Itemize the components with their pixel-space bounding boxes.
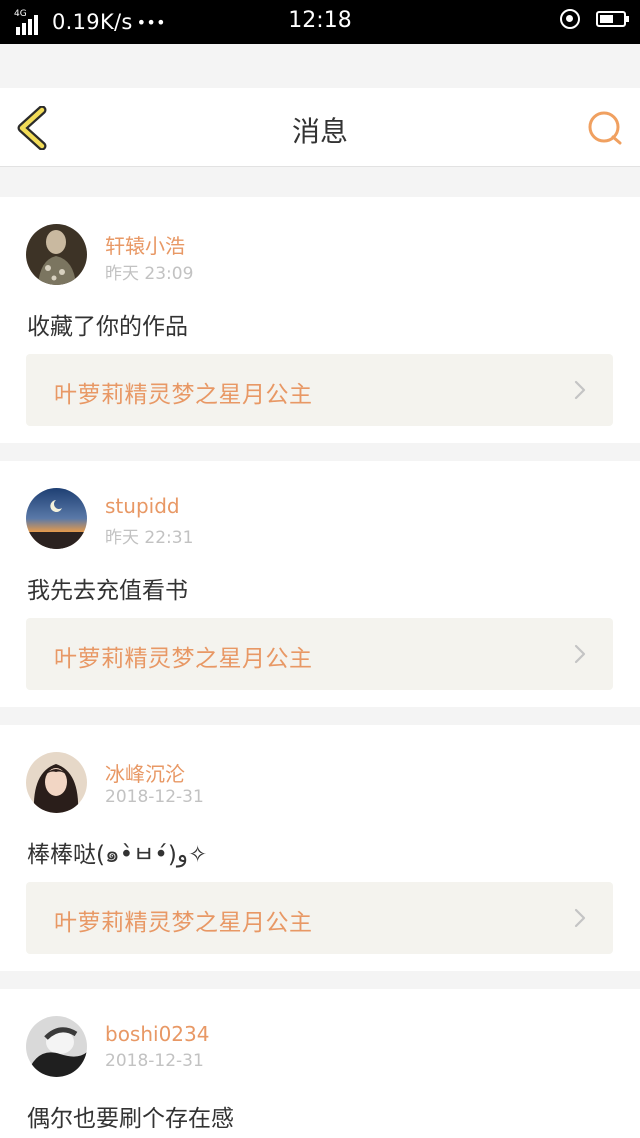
message-card: 轩辕小浩 昨天 23:09 收藏了你的作品 叶萝莉精灵梦之星月公主 (0, 197, 640, 443)
timestamp: 2018-12-31 (105, 1051, 204, 1071)
avatar[interactable] (26, 1016, 87, 1077)
message-text: 棒棒哒(๑•̀ㅂ•́)و✧ (27, 842, 208, 868)
timestamp: 昨天 23:09 (105, 264, 194, 284)
message-card: 冰峰沉沦 2018-12-31 棒棒哒(๑•̀ㅂ•́)و✧ 叶萝莉精灵梦之星月公… (0, 725, 640, 971)
header-bar: 消息 (0, 88, 640, 167)
work-link[interactable]: 叶萝莉精灵梦之星月公主 (26, 618, 613, 690)
message-card: boshi0234 2018-12-31 偶尔也要刷个存在感 (0, 989, 640, 1138)
message-text: 我先去充值看书 (27, 578, 188, 604)
work-title: 叶萝莉精灵梦之星月公主 (54, 382, 313, 408)
location-icon (560, 9, 580, 29)
timestamp: 2018-12-31 (105, 787, 204, 807)
avatar[interactable] (26, 488, 87, 549)
status-bar: 4G 0.19K/s ••• 12:18 (0, 0, 640, 44)
page-title: 消息 (291, 115, 348, 148)
message-text: 偶尔也要刷个存在感 (27, 1106, 234, 1132)
message-text: 收藏了你的作品 (27, 314, 188, 340)
chevron-right-icon (574, 644, 586, 664)
username[interactable]: stupidd (105, 494, 180, 518)
chevron-right-icon (574, 380, 586, 400)
chevron-right-icon (574, 908, 586, 928)
username[interactable]: 冰峰沉沦 (105, 758, 185, 787)
work-link[interactable]: 叶萝莉精灵梦之星月公主 (26, 882, 613, 954)
battery-level (600, 15, 613, 23)
message-card: stupidd 昨天 22:31 我先去充值看书 叶萝莉精灵梦之星月公主 (0, 461, 640, 707)
work-title: 叶萝莉精灵梦之星月公主 (54, 910, 313, 936)
avatar[interactable] (26, 752, 87, 813)
status-right (560, 9, 629, 29)
username[interactable]: boshi0234 (105, 1022, 209, 1046)
avatar[interactable] (26, 224, 87, 285)
username[interactable]: 轩辕小浩 (105, 230, 185, 259)
timestamp: 昨天 22:31 (105, 528, 194, 548)
work-link[interactable]: 叶萝莉精灵梦之星月公主 (26, 354, 613, 426)
search-icon[interactable] (586, 109, 624, 147)
work-title: 叶萝莉精灵梦之星月公主 (54, 646, 313, 672)
clock: 12:18 (288, 8, 352, 33)
battery-icon (596, 11, 629, 27)
